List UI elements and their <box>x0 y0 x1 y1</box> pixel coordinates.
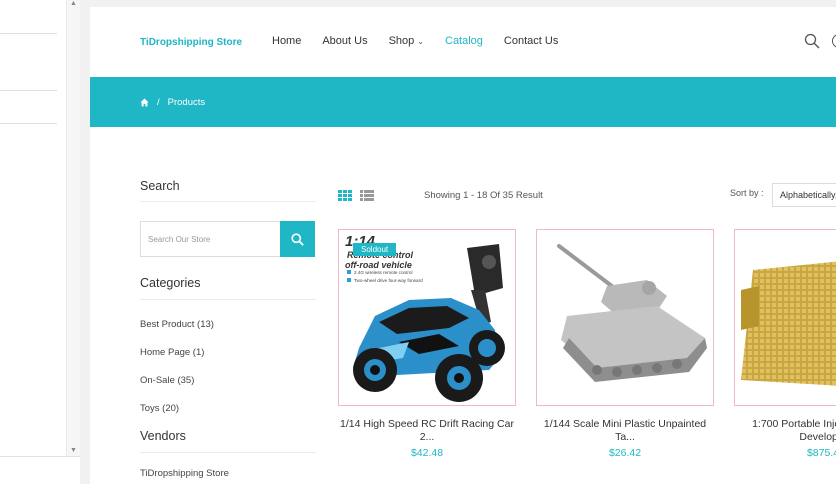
product-name[interactable]: 1/144 Scale Mini Plastic Unpainted Ta... <box>536 418 714 443</box>
scroll-up-icon[interactable]: ▲ <box>70 0 77 7</box>
search-button[interactable] <box>280 221 315 257</box>
rc-car-image: 1:14 Remote control off-road vehicle 2.4… <box>339 230 515 405</box>
product-name[interactable]: 1:700 Portable Injection Model Develop..… <box>734 418 836 443</box>
category-home-page[interactable]: Home Page (1) <box>140 347 204 358</box>
home-icon[interactable] <box>140 98 149 107</box>
main-nav: Home About Us Shop ⌄ Catalog Contact Us <box>272 35 579 47</box>
grid-view-icon[interactable] <box>338 190 352 201</box>
account-icon[interactable] <box>832 34 836 48</box>
category-on-sale[interactable]: On-Sale (35) <box>140 375 194 386</box>
soldout-badge: Soldout <box>353 243 397 256</box>
tank-model-image <box>537 230 713 405</box>
divider <box>140 452 316 453</box>
category-best-product[interactable]: Best Product (13) <box>140 319 214 330</box>
breadcrumb-separator: / <box>157 97 160 108</box>
product-card: 1:14 Remote control off-road vehicle 2.4… <box>338 229 516 459</box>
product-price: $42.48 <box>410 447 444 459</box>
search-icon[interactable] <box>804 33 820 49</box>
product-price: $875.4 <box>806 447 836 459</box>
product-image[interactable] <box>536 229 714 406</box>
sidebar-search <box>140 221 316 257</box>
product-name[interactable]: 1/14 High Speed RC Drift Racing Car 2... <box>338 418 516 443</box>
categories-title: Categories <box>140 276 201 290</box>
result-count: Showing 1 - 18 Of 35 Result <box>424 190 543 201</box>
panel-scrollbar[interactable]: ▲ ▼ <box>66 0 80 456</box>
vendor-item[interactable]: TiDropshipping Store <box>140 468 229 479</box>
breadcrumb: / Products <box>140 97 205 108</box>
panel-footer <box>0 456 80 484</box>
sort-label: Sort by : <box>730 188 764 198</box>
search-icon <box>291 232 304 246</box>
nav-catalog[interactable]: Catalog <box>445 35 483 47</box>
category-toys[interactable]: Toys (20) <box>140 403 179 414</box>
breadcrumb-banner: / Products <box>90 77 836 127</box>
breadcrumb-current: Products <box>167 97 206 108</box>
list-view-icon[interactable] <box>360 190 374 201</box>
site-header: TiDropshipping Store Home About Us Shop ⌄… <box>90 7 836 77</box>
panel-divider <box>0 33 57 34</box>
divider <box>140 201 316 202</box>
chevron-down-icon: ⌄ <box>417 37 424 46</box>
sort-select[interactable]: Alphabetically, A-Z <box>772 183 836 207</box>
svg-text:2.4G wireless remote control: 2.4G wireless remote control <box>354 270 412 275</box>
scroll-down-icon[interactable]: ▼ <box>70 447 77 454</box>
sidebar: Search Categories Best Product (13) Home… <box>140 179 316 479</box>
product-card: 1:700 Portable Injection Model Develop..… <box>734 229 836 459</box>
divider <box>140 299 316 300</box>
vendors-title: Vendors <box>140 429 186 443</box>
store-page: TiDropshipping Store Home About Us Shop ⌄… <box>90 7 836 484</box>
panel-divider <box>0 90 57 91</box>
search-title: Search <box>140 179 180 193</box>
nav-home[interactable]: Home <box>272 35 301 47</box>
store-logo[interactable]: TiDropshipping Store <box>140 37 242 48</box>
product-card: 1/144 Scale Mini Plastic Unpainted Ta...… <box>536 229 714 459</box>
product-image[interactable] <box>734 229 836 406</box>
product-image[interactable]: 1:14 Remote control off-road vehicle 2.4… <box>338 229 516 406</box>
nav-contact-us[interactable]: Contact Us <box>504 35 558 47</box>
product-price: $26.42 <box>608 447 642 459</box>
model-sheet-image <box>735 230 836 405</box>
search-input[interactable] <box>140 221 280 257</box>
svg-text:Two-wheel drive four-way forwa: Two-wheel drive four-way forward <box>354 278 423 283</box>
nav-shop[interactable]: Shop ⌄ <box>389 35 424 47</box>
svg-text:off-road vehicle: off-road vehicle <box>345 260 412 270</box>
nav-about-us[interactable]: About Us <box>322 35 367 47</box>
listing-toolbar: Showing 1 - 18 Of 35 Result Sort by : Al… <box>338 183 836 207</box>
panel-divider <box>0 123 57 124</box>
left-side-panel: ▲ ▼ <box>0 0 80 484</box>
